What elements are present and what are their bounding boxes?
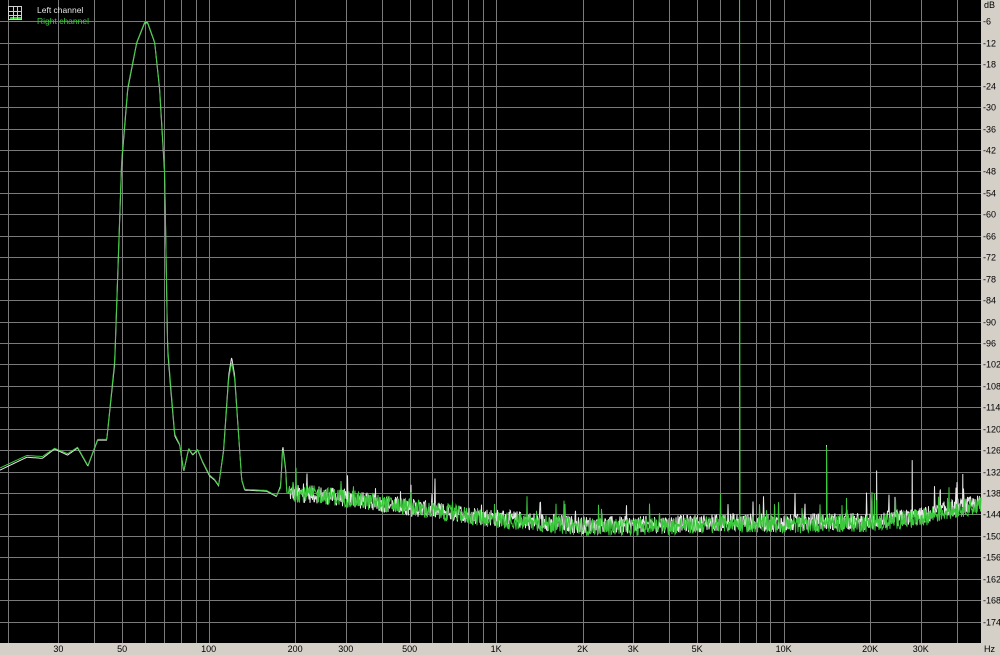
y-tick-label: -120 xyxy=(983,425,1000,435)
legend-left-channel: Left channel xyxy=(37,5,84,15)
y-tick-label: -72 xyxy=(983,253,996,263)
y-tick-label: -114 xyxy=(983,403,1000,413)
y-axis: dB -6 -12 -18 -24 -30 -36 -42 -48 -54 -60 -66 -72 -7… xyxy=(983,0,1000,628)
y-tick-label: -84 xyxy=(983,296,996,306)
y-tick-label: -24 xyxy=(983,82,996,92)
x-tick-label: 5K xyxy=(692,644,703,654)
y-tick-label: -30 xyxy=(983,103,996,113)
x-axis: Hz 30 50 100 200 300 500 1K 2K 3K 5K 10K 20K 30K xyxy=(53,644,995,654)
y-tick-label: -144 xyxy=(983,510,1000,520)
y-tick-label: -162 xyxy=(983,575,1000,585)
x-axis-unit: Hz xyxy=(984,644,995,654)
chart-grid-icon[interactable] xyxy=(8,6,22,20)
y-tick-label: -90 xyxy=(983,318,996,328)
y-tick-label: -12 xyxy=(983,39,996,49)
y-tick-label: -42 xyxy=(983,146,996,156)
x-tick-label: 2K xyxy=(577,644,588,654)
plot-background xyxy=(0,0,981,643)
y-tick-label: -138 xyxy=(983,489,1000,499)
x-tick-label: 50 xyxy=(117,644,127,654)
y-tick-label: -78 xyxy=(983,275,996,285)
x-tick-label: 3K xyxy=(628,644,639,654)
y-tick-label: -174 xyxy=(983,618,1000,628)
spectrum-chart: dB -6 -12 -18 -24 -30 -36 -42 -48 -54 -60 -66 -72 -7… xyxy=(0,0,1000,654)
y-tick-label: -132 xyxy=(983,468,1000,478)
x-tick-label: 20K xyxy=(862,644,878,654)
y-tick-label: -102 xyxy=(983,360,1000,370)
y-tick-label: -156 xyxy=(983,553,1000,563)
y-tick-label: -150 xyxy=(983,532,1000,542)
x-tick-label: 300 xyxy=(338,644,353,654)
y-tick-label: -6 xyxy=(983,17,991,27)
x-tick-label: 30K xyxy=(913,644,929,654)
y-tick-label: -54 xyxy=(983,189,996,199)
y-tick-label: -60 xyxy=(983,210,996,220)
y-tick-label: -36 xyxy=(983,125,996,135)
y-tick-label: -108 xyxy=(983,382,1000,392)
y-tick-label: -48 xyxy=(983,167,996,177)
x-tick-label: 10K xyxy=(776,644,792,654)
x-tick-label: 1K xyxy=(491,644,502,654)
x-tick-label: 100 xyxy=(201,644,216,654)
y-tick-label: -126 xyxy=(983,446,1000,456)
y-tick-label: -96 xyxy=(983,339,996,349)
x-tick-label: 30 xyxy=(53,644,63,654)
y-tick-label: -168 xyxy=(983,596,1000,606)
y-axis-unit: dB xyxy=(984,0,995,10)
y-tick-label: -66 xyxy=(983,232,996,242)
x-tick-label: 500 xyxy=(402,644,417,654)
x-tick-label: 200 xyxy=(288,644,303,654)
y-tick-label: -18 xyxy=(983,60,996,70)
legend-right-channel: Right channel xyxy=(37,16,89,26)
